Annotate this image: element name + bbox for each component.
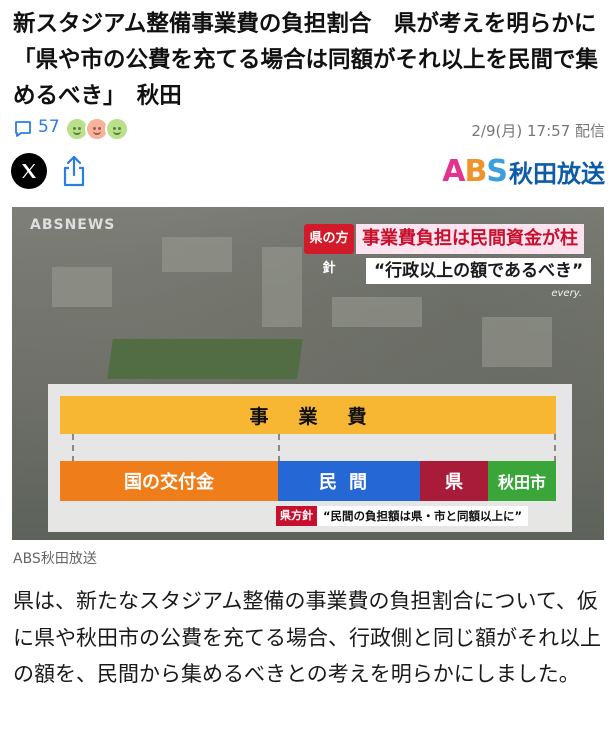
x-logo-icon — [22, 164, 36, 178]
article-body: 県は、新たなスタジアム整備の事業費の負担割合について、仮に県や秋田市の公費を充て… — [13, 589, 601, 686]
share-button[interactable] — [59, 153, 89, 189]
total-cost-label: 事業費 — [249, 405, 397, 428]
x-share-button[interactable] — [11, 153, 47, 189]
caption-quote: “行政以上の額であるべき” — [366, 258, 592, 284]
city-building — [52, 267, 112, 307]
segment-private: 民間 — [278, 461, 420, 501]
divider-dash — [554, 434, 556, 462]
comment-icon[interactable] — [13, 119, 33, 139]
total-cost-bar: 事業費 — [60, 396, 556, 434]
image-credit: ABS秋田放送 — [13, 551, 97, 567]
city-building — [262, 247, 302, 327]
city-building — [162, 237, 232, 272]
reaction-faces[interactable] — [65, 117, 145, 141]
abs-logo: ABS — [442, 153, 508, 189]
share-row: ABS 秋田放送 — [11, 151, 605, 191]
news-image[interactable]: ABSNEWS 県の方針 事業費負担は民間資金が柱 “行政以上の額であるべき” … — [12, 207, 604, 540]
policy-note-tag: 県方針 — [276, 506, 317, 526]
news-caption: 県の方針 事業費負担は民間資金が柱 “行政以上の額であるべき” every. — [304, 224, 592, 299]
divider-dash — [72, 434, 74, 462]
policy-note: 県方針 “民間の負担額は県・市と同額以上に” — [276, 505, 529, 527]
divider-dash — [278, 434, 280, 462]
reaction-face-icon — [105, 117, 129, 141]
segment-prefecture: 県 — [420, 461, 488, 501]
city-building — [482, 317, 552, 367]
sports-field — [107, 339, 303, 379]
share-icon — [63, 155, 85, 187]
cost-breakdown-board: 事業費 国の交付金 民間 県 秋田市 県方針 “民間の負担額は県・市と同額以上に… — [48, 384, 572, 532]
policy-note-text: “民間の負担額は県・市と同額以上に” — [317, 506, 529, 526]
policy-tag: 県の方針 — [304, 224, 354, 276]
article-headline: 新スタジアム整備事業費の負担割合 県が考えを明らかに「県や市の公費を充てる場合は… — [13, 11, 599, 109]
comment-count[interactable]: 57 — [38, 117, 60, 137]
caption-headline: 事業費負担は民間資金が柱 — [356, 224, 584, 254]
publisher-name: 秋田放送 — [509, 159, 605, 188]
publisher-logo[interactable]: ABS 秋田放送 — [442, 153, 605, 189]
segment-national-grant: 国の交付金 — [60, 461, 278, 501]
city-building — [332, 297, 422, 327]
meta-row: 57 2/9(月) 17:57 配信 — [13, 116, 605, 142]
news-watermark: ABSNEWS — [30, 217, 116, 233]
program-mark: every. — [551, 288, 582, 299]
segment-akita-city: 秋田市 — [488, 461, 556, 501]
publish-datetime: 2/9(月) 17:57 配信 — [471, 122, 605, 140]
